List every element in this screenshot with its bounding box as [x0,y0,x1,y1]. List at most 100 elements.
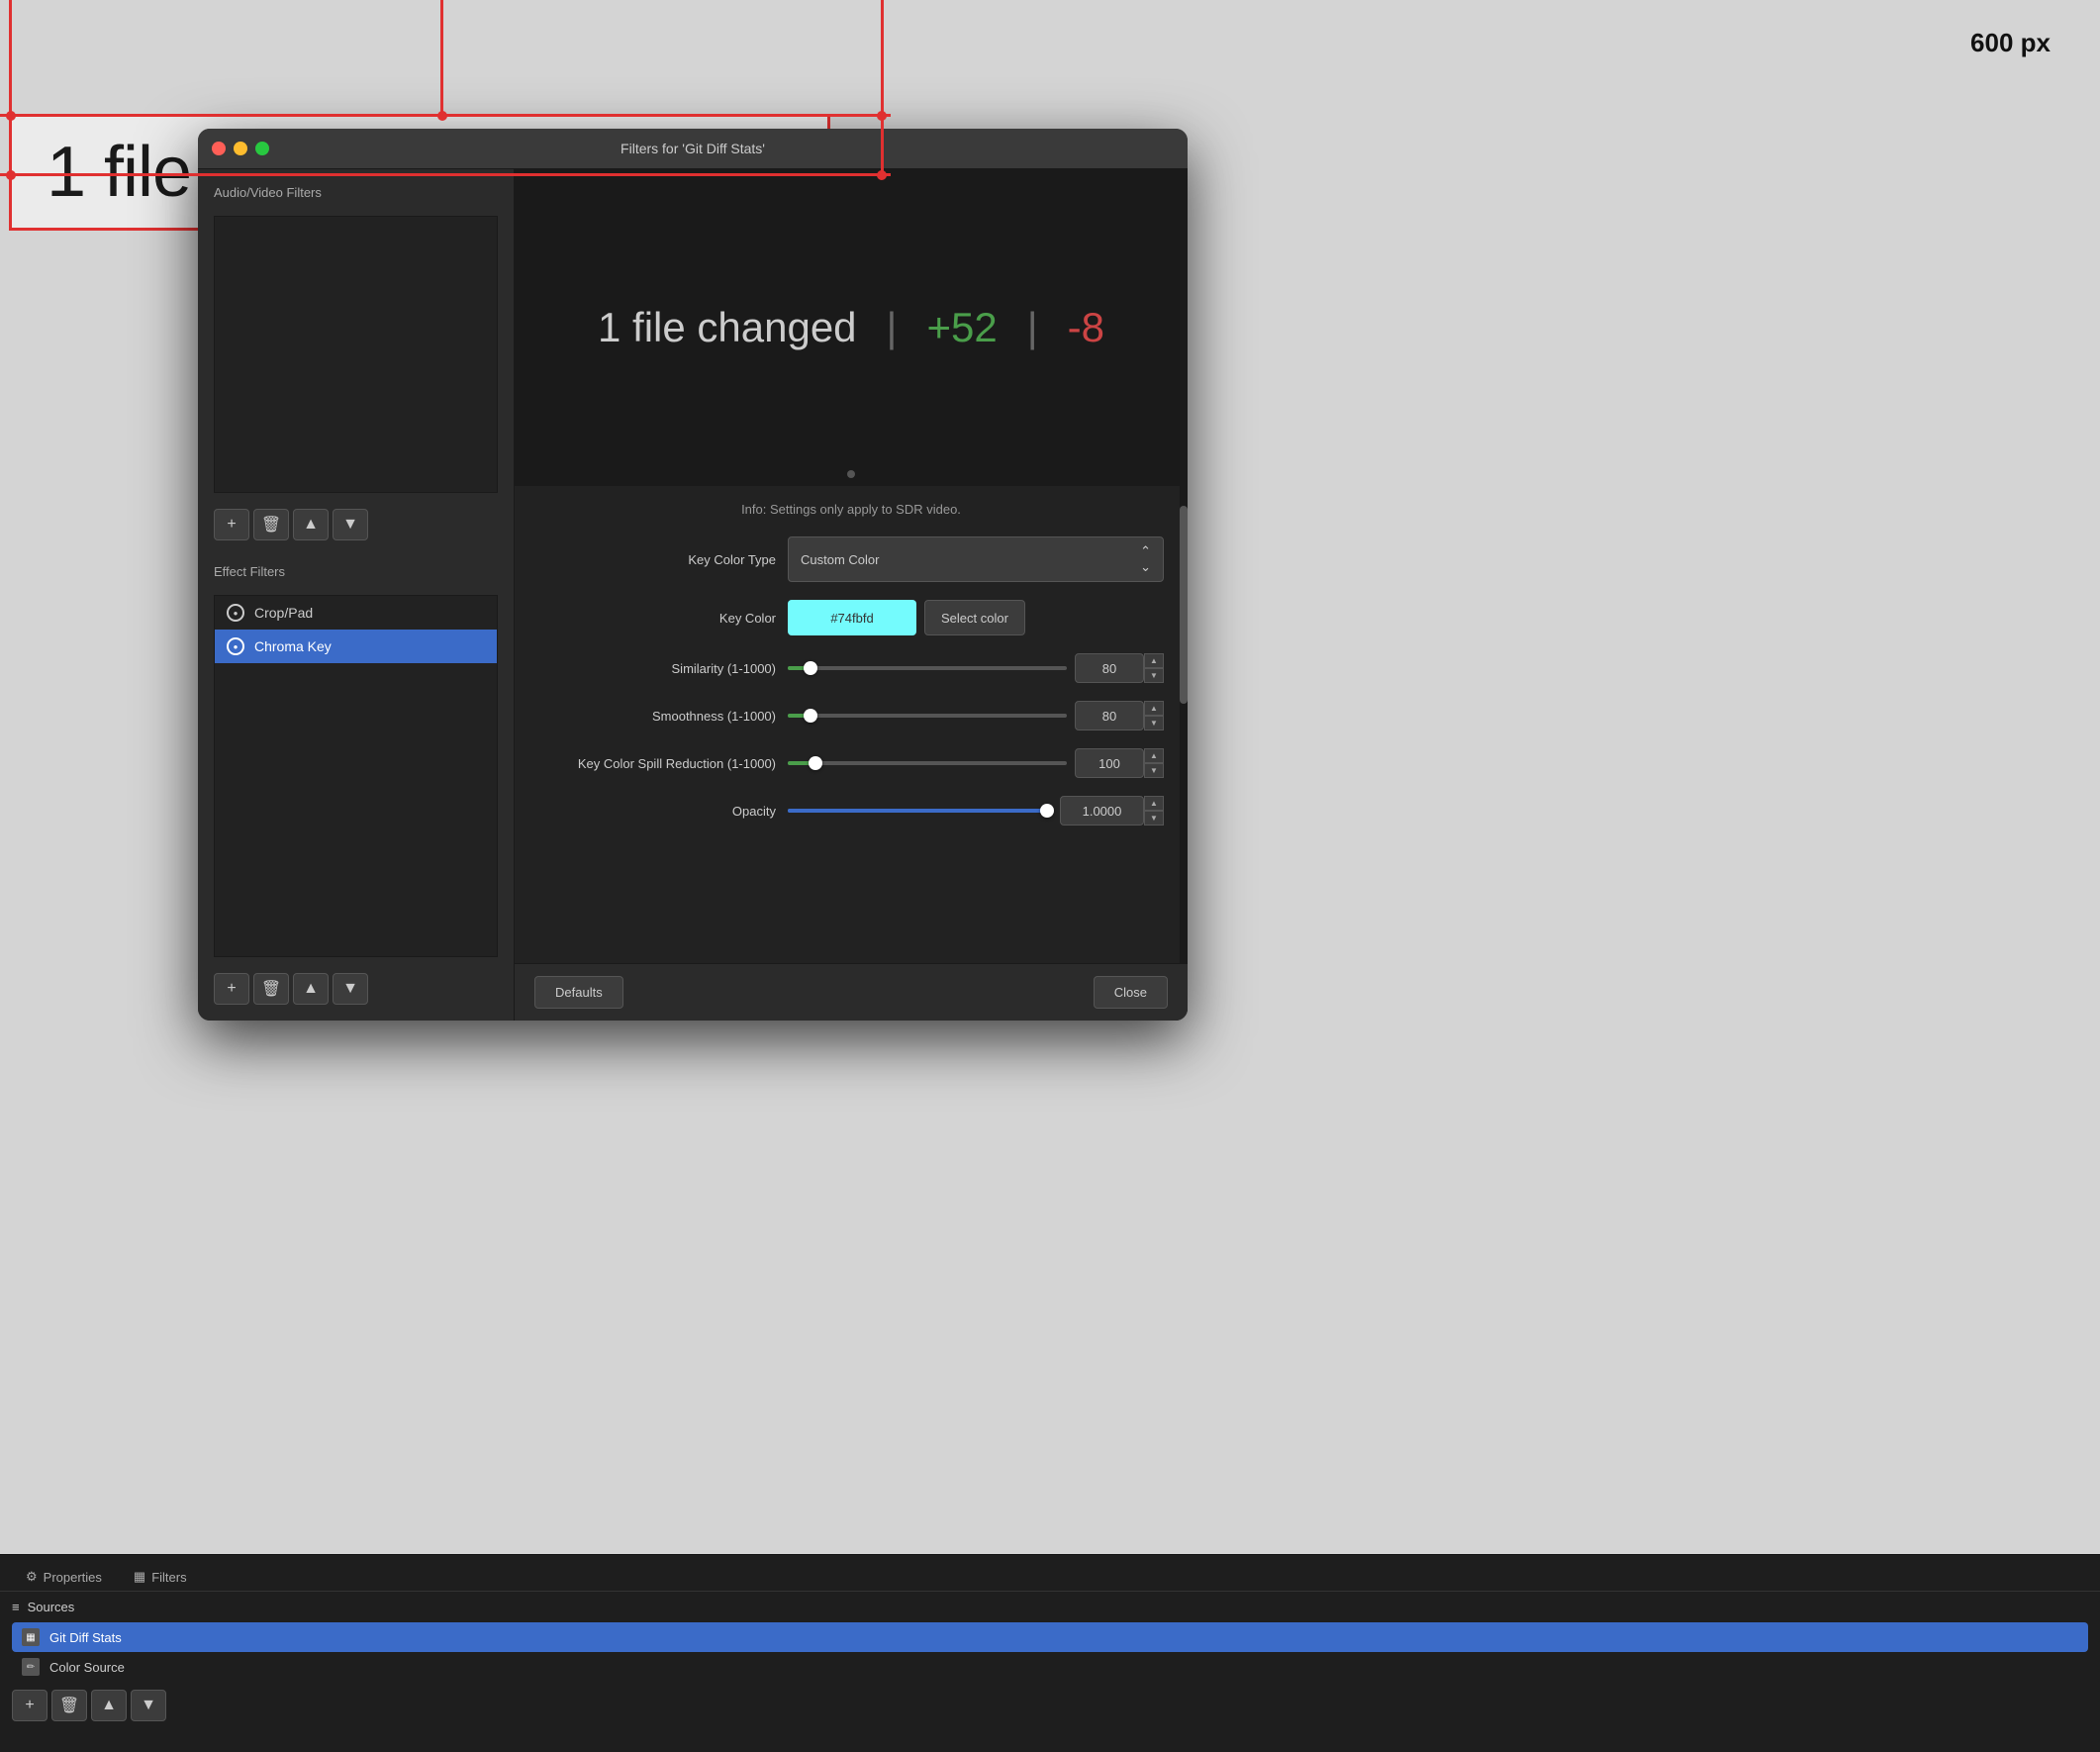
close-button[interactable]: Close [1094,976,1168,1009]
spill-label: Key Color Spill Reduction (1-1000) [538,756,776,771]
similarity-slider[interactable] [788,666,1067,670]
spill-slider[interactable] [788,761,1067,765]
preview-area: 1 file changed | +52 | -8 [515,169,1188,486]
move-down-effect-filter-button[interactable]: ▼ [333,973,368,1005]
smoothness-thumb[interactable] [804,709,817,723]
move-up-audio-filter-button[interactable]: ▲ [293,509,329,540]
smoothness-input[interactable]: 80 [1075,701,1144,730]
similarity-thumb[interactable] [804,661,817,675]
key-color-type-dropdown[interactable]: Custom Color ⌃⌄ [788,536,1164,582]
source-item-git-diff-stats[interactable]: ▦ Git Diff Stats [12,1622,2088,1652]
key-color-row: Key Color #74fbfd Select color [538,600,1164,635]
smoothness-control: 80 ▲ ▼ [788,701,1164,730]
filter-item-crop-pad[interactable]: ● Crop/Pad [215,596,497,630]
opacity-thumb[interactable] [1040,804,1054,818]
opacity-control: 1.0000 ▲ ▼ [788,796,1164,826]
smoothness-up-button[interactable]: ▲ [1144,701,1164,716]
opacity-slider[interactable] [788,809,1052,813]
filters-icon: ▦ [134,1569,145,1585]
similarity-up-button[interactable]: ▲ [1144,653,1164,668]
similarity-label: Similarity (1-1000) [538,661,776,676]
effect-filter-list: ● Crop/Pad ● Chroma Key [214,595,498,957]
sources-header: ≡ Sources [12,1600,2088,1614]
maximize-window-button[interactable] [255,142,269,155]
key-color-type-control: Custom Color ⌃⌄ [788,536,1164,582]
taskbar-tabs: ⚙ Properties ▦ Filters [0,1555,2100,1592]
scrollbar-thumb[interactable] [1180,506,1188,704]
filter-icon-crop-pad: ● [227,604,244,622]
smoothness-down-button[interactable]: ▼ [1144,716,1164,730]
preview-diff-text: 1 file changed | +52 | -8 [598,304,1104,351]
preview-additions: +52 [926,304,997,351]
key-color-hex: #74fbfd [830,611,873,626]
spill-thumb[interactable] [809,756,822,770]
add-effect-filter-button[interactable]: + [214,973,249,1005]
key-color-swatch[interactable]: #74fbfd [788,600,916,635]
preview-sep2: | [1027,304,1038,351]
left-panel: Audio/Video Filters + 🗑 ▲ ▼ Effect Filte… [198,169,515,1021]
tab-filters[interactable]: ▦ Filters [120,1563,201,1591]
opacity-label: Opacity [538,804,776,819]
smoothness-slider[interactable] [788,714,1067,718]
key-color-type-label: Key Color Type [538,552,776,567]
remove-audio-filter-button[interactable]: 🗑 [253,509,289,540]
window-controls [212,142,269,155]
move-up-effect-filter-button[interactable]: ▲ [293,973,329,1005]
close-window-button[interactable] [212,142,226,155]
smoothness-row: Smoothness (1-1000) 80 ▲ ▼ [538,701,1164,730]
right-panel: 1 file changed | +52 | -8 Info: Settings… [515,169,1188,1021]
spill-input[interactable]: 100 [1075,748,1144,778]
opacity-row: Opacity 1.0000 ▲ ▼ [538,796,1164,826]
add-audio-filter-button[interactable]: + [214,509,249,540]
dropdown-arrow-icon: ⌃⌄ [1140,543,1151,575]
properties-icon: ⚙ [26,1569,38,1585]
add-source-button[interactable]: + [12,1690,48,1721]
opacity-up-button[interactable]: ▲ [1144,796,1164,811]
sources-icon: ≡ [12,1600,20,1614]
select-color-button[interactable]: Select color [924,600,1025,635]
source-name-color-source: Color Source [49,1660,125,1675]
move-down-audio-filter-button[interactable]: ▼ [333,509,368,540]
audio-video-label: Audio/Video Filters [214,185,498,200]
similarity-input[interactable]: 80 [1075,653,1144,683]
properties-tab-label: Properties [44,1570,102,1585]
opacity-input[interactable]: 1.0000 [1060,796,1144,826]
filter-item-chroma-key[interactable]: ● Chroma Key [215,630,497,663]
defaults-button[interactable]: Defaults [534,976,623,1009]
smoothness-spinner: ▲ ▼ [1144,701,1164,730]
opacity-value-group: 1.0000 ▲ ▼ [1060,796,1164,826]
minimize-window-button[interactable] [234,142,247,155]
sources-toolbar: + 🗑 ▲ ▼ [12,1690,2088,1721]
px-label: 600 px [1970,28,2051,58]
move-source-down-button[interactable]: ▼ [131,1690,166,1721]
similarity-down-button[interactable]: ▼ [1144,668,1164,683]
key-color-type-row: Key Color Type Custom Color ⌃⌄ [538,536,1164,582]
remove-effect-filter-button[interactable]: 🗑 [253,973,289,1005]
preview-sep1: | [887,304,898,351]
spill-up-button[interactable]: ▲ [1144,748,1164,763]
sources-panel: ≡ Sources ▦ Git Diff Stats ✏ Color Sourc… [0,1592,2100,1729]
similarity-row: Similarity (1-1000) 80 ▲ ▼ [538,653,1164,683]
settings-area: Info: Settings only apply to SDR video. … [515,486,1188,963]
audio-video-toolbar: + 🗑 ▲ ▼ [214,509,498,540]
opacity-spinner: ▲ ▼ [1144,796,1164,826]
effect-filter-toolbar: + 🗑 ▲ ▼ [214,973,498,1005]
source-item-color-source[interactable]: ✏ Color Source [12,1652,2088,1682]
obs-titlebar: Filters for 'Git Diff Stats' [198,129,1188,169]
settings-scrollbar[interactable] [1180,486,1188,963]
tab-properties[interactable]: ⚙ Properties [12,1563,116,1591]
corner-marker-tl [6,111,16,121]
spill-down-button[interactable]: ▼ [1144,763,1164,778]
source-icon-color-source: ✏ [22,1658,40,1676]
corner-marker-tr [877,111,887,121]
spill-control: 100 ▲ ▼ [788,748,1164,778]
move-source-up-button[interactable]: ▲ [91,1690,127,1721]
guide-line-mid-top [440,0,443,114]
filter-icon-chroma-key: ● [227,637,244,655]
opacity-down-button[interactable]: ▼ [1144,811,1164,826]
remove-source-button[interactable]: 🗑 [51,1690,87,1721]
audio-video-filter-list [214,216,498,493]
obs-actions: Defaults Close [515,963,1188,1021]
window-title: Filters for 'Git Diff Stats' [620,141,765,156]
preview-deletions: -8 [1068,304,1104,351]
